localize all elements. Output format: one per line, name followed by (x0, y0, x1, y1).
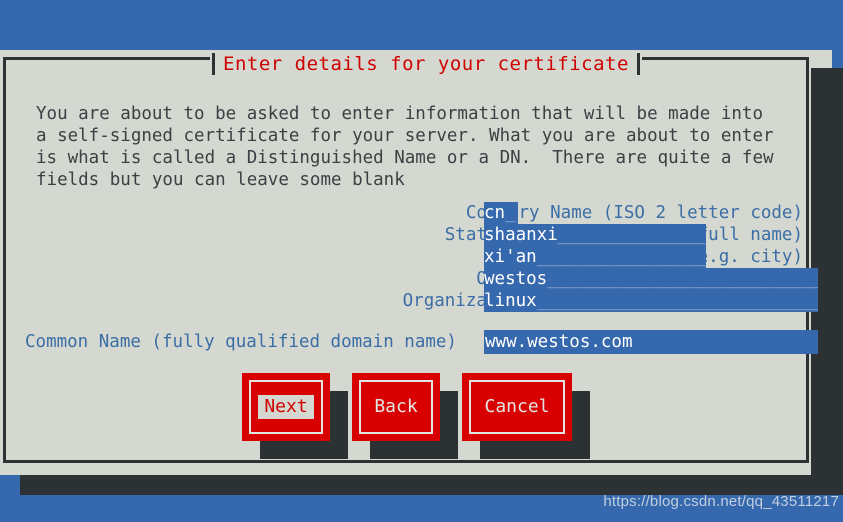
field-input[interactable]: linux_________________________________ (484, 290, 818, 312)
field-input[interactable]: xi'an_________________ (484, 246, 706, 268)
button-label: Cancel (484, 396, 550, 417)
field-row: Organization Name (eg, company)westos___… (6, 268, 818, 290)
field-row: Organizational Unit Name (eg, section)li… (6, 290, 818, 312)
button-wrapper: Back (352, 373, 458, 459)
field-input[interactable]: cn_ (484, 202, 518, 224)
button-label: Back (374, 396, 418, 417)
field-fill: ________________________________ (547, 269, 818, 289)
field-row: Country Name (ISO 2 letter code) cn_ (6, 202, 806, 224)
common-name-label: Common Name (fully qualified domain name… (25, 332, 457, 352)
field-label: Country Name (ISO 2 letter code) (465, 203, 803, 223)
button-focus-frame: Back (359, 380, 433, 434)
dialog-title: Enter details for your certificate (223, 53, 629, 75)
field-value: xi'an (484, 247, 537, 267)
title-separator-right (636, 53, 640, 75)
title-separator-left (212, 53, 215, 75)
watermark-url: https://blog.csdn.net/qq_43511217 (603, 493, 839, 510)
button-wrapper: Cancel (462, 373, 590, 459)
field-fill: _ (505, 203, 516, 223)
field-fill: _________________ (536, 247, 706, 267)
field-value: westos (484, 269, 548, 289)
back-button[interactable]: Back (352, 373, 440, 441)
field-fill: _________________________________ (536, 291, 818, 311)
dialog-title-bar: Enter details for your certificate (210, 52, 642, 76)
button-focus-frame: Next (249, 380, 323, 434)
certificate-details-dialog: You are about to be asked to enter infor… (3, 57, 818, 463)
field-input[interactable]: westos________________________________ (484, 268, 818, 290)
button-label: Next (258, 395, 314, 419)
field-row: State or Province Name (full name)shaanx… (6, 224, 806, 246)
next-button[interactable]: Next (242, 373, 330, 441)
cancel-button[interactable]: Cancel (462, 373, 572, 441)
button-focus-frame: Cancel (469, 380, 565, 434)
dialog-drop-shadow-bottom (20, 475, 843, 495)
field-value: cn (484, 203, 506, 223)
field-value: linux (484, 291, 537, 311)
certificate-fields-form: Country Name (ISO 2 letter code) cn_ State… (6, 202, 818, 312)
field-row: Locality Name (e.g. city)xi'an__________… (6, 246, 806, 268)
button-wrapper: Next (242, 373, 348, 459)
dialog-intro-text: You are about to be asked to enter infor… (36, 104, 774, 190)
field-input[interactable]: shaanxi______________ (484, 224, 706, 246)
field-fill: ______________ (557, 225, 706, 245)
common-name-input[interactable]: www.westos.com (484, 330, 818, 354)
field-value: shaanxi (484, 225, 558, 245)
terminal-screen: You are about to be asked to enter infor… (0, 0, 843, 522)
